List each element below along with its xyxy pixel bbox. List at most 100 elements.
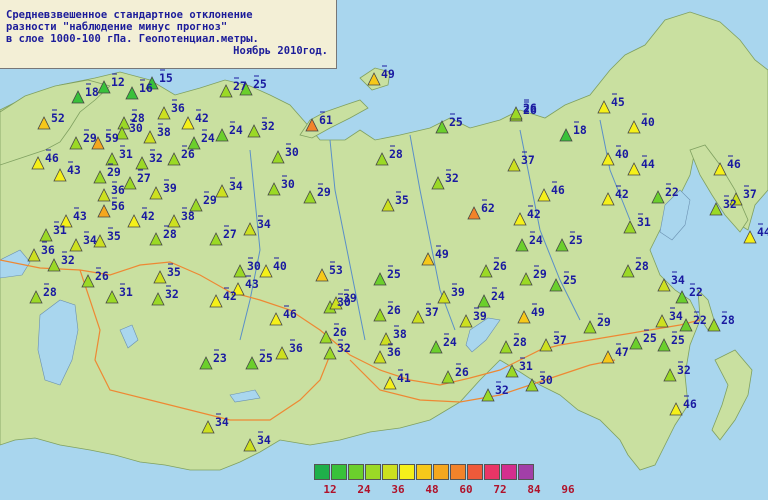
station-value: 47 xyxy=(615,345,629,359)
legend-swatch xyxy=(484,464,500,480)
station-value: 36 xyxy=(387,345,401,359)
station-value: 30 xyxy=(285,145,299,159)
station-value: 29 xyxy=(597,315,611,329)
station-value: 42 xyxy=(141,209,155,223)
station-value: 49 xyxy=(381,67,395,81)
station-value: 43 xyxy=(73,209,87,223)
station-value: 32 xyxy=(261,119,275,133)
station-value: 31 xyxy=(519,359,533,373)
station-value: 62 xyxy=(481,201,495,215)
station-value: 28 xyxy=(513,335,527,349)
station-value: 34 xyxy=(671,273,685,287)
title-line-4: Ноябрь 2010год. xyxy=(233,45,328,57)
legend-label: 24 xyxy=(357,483,371,496)
station-value: 27 xyxy=(223,227,237,241)
station-value: 18 xyxy=(85,85,99,99)
station-value: 32 xyxy=(149,151,163,165)
station-value: 25 xyxy=(387,267,401,281)
station-value: 35 xyxy=(167,265,181,279)
station-value: 24 xyxy=(443,335,457,349)
station-value: 25 xyxy=(671,333,685,347)
station-value: 28 xyxy=(43,285,57,299)
station-value: 36 xyxy=(41,243,55,257)
station-value: 24 xyxy=(201,131,215,145)
station-value: 35 xyxy=(395,193,409,207)
station-value: 25 xyxy=(563,273,577,287)
station-value: 25 xyxy=(253,77,267,91)
station-value: 26 xyxy=(523,101,537,115)
station-value: 32 xyxy=(165,287,179,301)
station-value: 34 xyxy=(257,217,271,231)
station-value: 40 xyxy=(641,115,655,129)
legend-label: 84 xyxy=(527,483,541,496)
legend-swatch xyxy=(467,464,483,480)
station-value: 25 xyxy=(643,331,657,345)
station-value: 12 xyxy=(111,75,125,89)
station-value: 25 xyxy=(569,233,583,247)
station-value: 59 xyxy=(105,131,119,145)
station-value: 29 xyxy=(317,185,331,199)
station-value: 44 xyxy=(757,225,768,239)
station-value: 26 xyxy=(333,325,347,339)
station-value: 26 xyxy=(387,303,401,317)
station-value: 30 xyxy=(539,373,553,387)
title-line-2: разности "наблюдение минус прогноз" xyxy=(6,21,228,33)
station-value: 49 xyxy=(435,247,449,261)
legend-label: 36 xyxy=(391,483,405,496)
station-value: 56 xyxy=(111,199,125,213)
station-value: 37 xyxy=(553,333,567,347)
station-value: 32 xyxy=(61,253,75,267)
station-value: 53 xyxy=(329,263,343,277)
station-value: 39 xyxy=(451,285,465,299)
station-value: 42 xyxy=(527,207,541,221)
legend-swatch xyxy=(433,464,449,480)
station-value: 30 xyxy=(281,177,295,191)
station-value: 26 xyxy=(493,259,507,273)
legend-swatch xyxy=(382,464,398,480)
legend-swatch xyxy=(365,464,381,480)
legend-swatch xyxy=(399,464,415,480)
station-value: 29 xyxy=(203,193,217,207)
legend-label: 12 xyxy=(323,483,337,496)
station-value: 24 xyxy=(229,123,243,137)
station-value: 34 xyxy=(229,179,243,193)
station-value: 18 xyxy=(573,123,587,137)
legend-label: 72 xyxy=(493,483,507,496)
station-value: 34 xyxy=(215,415,229,429)
title-line-1: Средневзвешенное стандартное отклонение xyxy=(6,9,253,21)
station-value: 28 xyxy=(635,259,649,273)
legend-swatch xyxy=(501,464,517,480)
legend-swatch xyxy=(450,464,466,480)
station-value: 39 xyxy=(163,181,177,195)
station-value: 34 xyxy=(669,309,683,323)
station-value: 46 xyxy=(551,183,565,197)
station-value: 27 xyxy=(137,171,151,185)
legend-swatch xyxy=(314,464,330,480)
station-value: 42 xyxy=(223,289,237,303)
station-value: 38 xyxy=(181,209,195,223)
station-value: 32 xyxy=(337,341,351,355)
station-value: 45 xyxy=(611,95,625,109)
station-value: 34 xyxy=(83,233,97,247)
station-value: 23 xyxy=(213,351,227,365)
station-value: 46 xyxy=(283,307,297,321)
station-value: 24 xyxy=(529,233,543,247)
legend-swatch xyxy=(331,464,347,480)
station-value: 26 xyxy=(95,269,109,283)
station-value: 37 xyxy=(743,187,757,201)
station-value: 40 xyxy=(615,147,629,161)
legend-label: 96 xyxy=(561,483,575,496)
station-value: 22 xyxy=(689,285,703,299)
station-value: 46 xyxy=(45,151,59,165)
title-box: Средневзвешенное стандартное отклонение … xyxy=(0,0,337,69)
station-value: 43 xyxy=(67,163,81,177)
station-value: 28 xyxy=(389,147,403,161)
station-value: 28 xyxy=(721,313,735,327)
station-value: 34 xyxy=(257,433,271,447)
station-value: 44 xyxy=(641,157,655,171)
station-value: 27 xyxy=(233,79,247,93)
station-value: 43 xyxy=(245,277,259,291)
station-value: 32 xyxy=(495,383,509,397)
legend-swatch xyxy=(518,464,534,480)
station-value: 46 xyxy=(683,397,697,411)
